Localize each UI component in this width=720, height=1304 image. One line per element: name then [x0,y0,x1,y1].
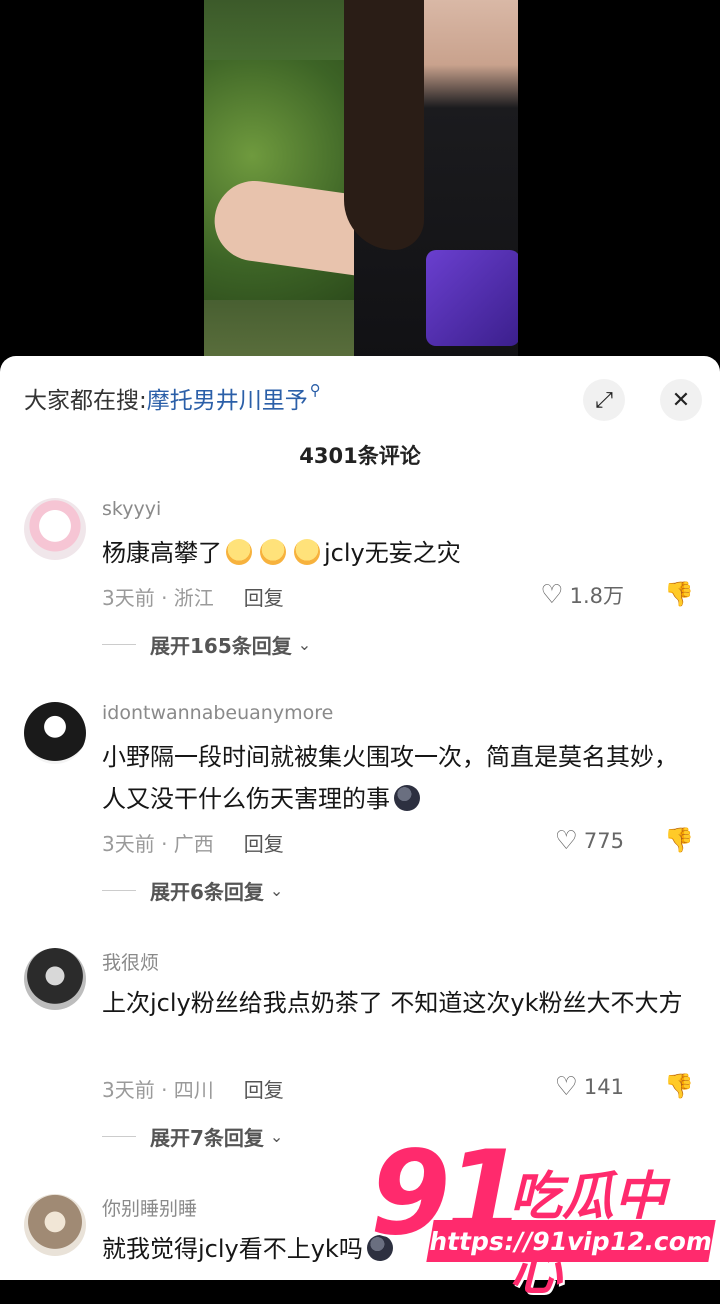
comment-time-location: 3天前 · 浙江 [102,586,214,610]
expand-replies-label: 展开7条回复 [150,1126,264,1150]
heart-icon: ♡ [554,1072,578,1102]
comment-text-part: 就我觉得jcly看不上yk吗 [102,1235,363,1263]
avatar[interactable] [24,948,86,1010]
like-button[interactable]: ♡ 1.8万 [540,580,624,610]
expand-button[interactable]: ⤢ [583,379,625,421]
like-count: 1.8万 [569,584,624,608]
heart-icon: ♡ [554,826,578,856]
expand-replies-button[interactable]: 展开6条回复 ⌄ [102,876,283,905]
watermark-logo: 91 吃瓜中心 https://91vip12.com [370,1126,716,1302]
dark-face-emoji-icon [394,785,420,811]
comment-count-title: 4301条评论 [299,444,421,468]
blush-emoji-icon [294,539,320,565]
comment-text: 杨康高攀了 jcly无妄之灾 [102,532,692,574]
comment-meta: 3天前 · 浙江 回复 [102,582,284,611]
comment-time-location: 3天前 · 四川 [102,1078,214,1102]
comment-text-part: jcly无妄之灾 [324,539,461,567]
search-prefix: 大家都在搜: [24,388,147,414]
reply-button[interactable]: 回复 [244,582,284,611]
search-suggestion[interactable]: 大家都在搜: 摩托男井川里予 ⚲ [24,378,321,418]
blush-emoji-icon [226,539,252,565]
close-button[interactable]: ✕ [660,379,702,421]
close-icon: ✕ [671,387,691,413]
comment-username[interactable]: idontwannabeuanymore [102,702,333,724]
like-button[interactable]: ♡ 775 [555,826,624,856]
expand-replies-label: 展开165条回复 [150,634,292,658]
video-hair [344,0,424,250]
avatar[interactable] [24,702,86,764]
like-count: 775 [583,829,624,853]
blush-emoji-icon [260,539,286,565]
comment-username[interactable]: 你别睡别睡 [102,1194,197,1221]
comment-meta: 3天前 · 广西 回复 [102,828,284,857]
watermark-url: https://91vip12.com [426,1220,716,1262]
heart-icon: ♡ [540,580,564,610]
avatar[interactable] [24,1194,86,1256]
expand-replies-label: 展开6条回复 [150,880,264,904]
comment-text: 上次jcly粉丝给我点奶茶了 不知道这次yk粉丝大不大方 [102,989,683,1017]
avatar[interactable] [24,498,86,560]
expand-replies-button[interactable]: 展开7条回复 ⌄ [102,1122,283,1151]
comment-time-location: 3天前 · 广西 [102,832,214,856]
chevron-down-icon: ⌄ [269,881,284,900]
video-handbag [426,250,518,346]
chevron-down-icon: ⌄ [269,1127,284,1146]
video-frame [204,0,518,360]
comment-meta: 3天前 · 四川 回复 [102,1074,284,1103]
divider-line [102,890,136,891]
expand-icon: ⤢ [595,387,613,413]
comment-username[interactable]: skyyyi [102,498,161,520]
divider-line [102,644,136,645]
dislike-icon[interactable]: 👎 [664,580,694,608]
like-button[interactable]: ♡ 141 [555,1072,624,1102]
reply-button[interactable]: 回复 [244,1074,284,1103]
chevron-down-icon: ⌄ [297,635,312,654]
search-icon: ⚲ [309,381,321,399]
comment-username[interactable]: 我很烦 [102,948,159,975]
comment-text-part: 杨康高攀了 [102,539,222,567]
expand-replies-button[interactable]: 展开165条回复 ⌄ [102,630,311,659]
reply-button[interactable]: 回复 [244,828,284,857]
divider-line [102,1136,136,1137]
comment-text-part: 小野隔一段时间就被集火围攻一次，简直是莫名其妙，人又没干什么伤天害理的事 [102,743,678,813]
dislike-icon[interactable]: 👎 [664,1072,694,1100]
comment-text: 小野隔一段时间就被集火围攻一次，简直是莫名其妙，人又没干什么伤天害理的事 [102,736,692,820]
search-term-link[interactable]: 摩托男井川里予 [147,381,308,415]
video-player[interactable] [0,0,720,380]
dislike-icon[interactable]: 👎 [664,826,694,854]
like-count: 141 [583,1075,624,1099]
